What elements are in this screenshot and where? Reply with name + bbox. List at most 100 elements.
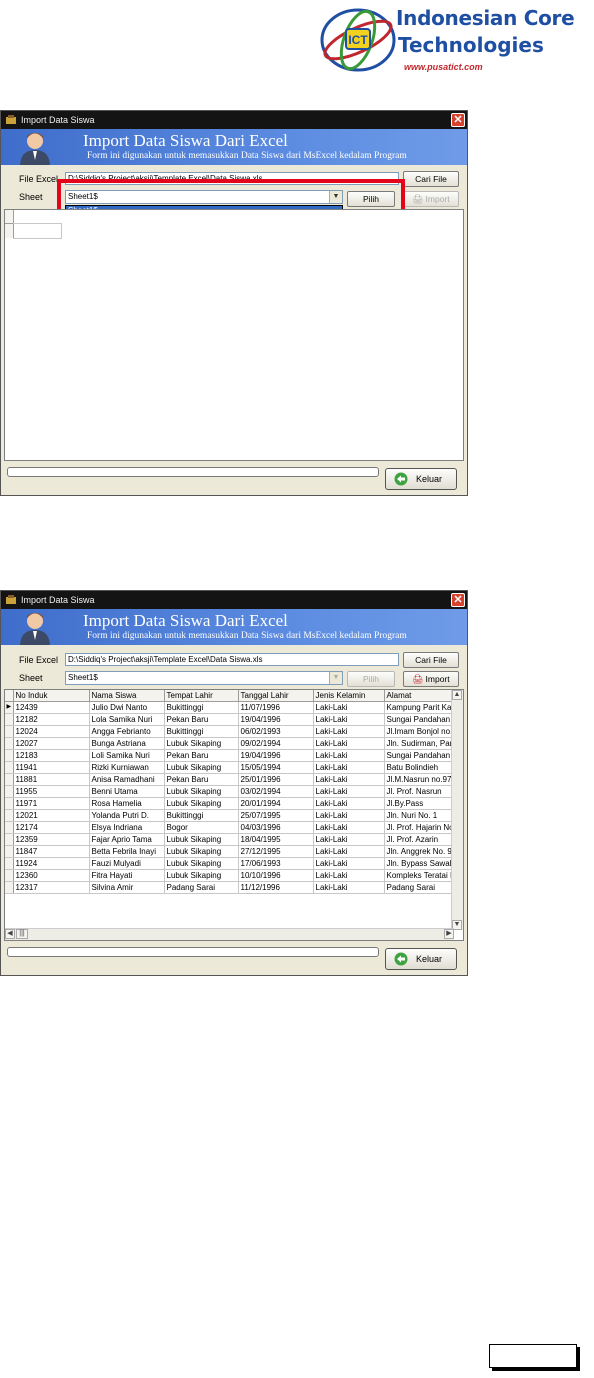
exit-button[interactable]: Keluar [385, 468, 457, 490]
table-cell[interactable]: Pekan Baru [164, 749, 239, 762]
table-cell[interactable]: 12021 [13, 809, 90, 822]
row-header[interactable] [5, 785, 14, 798]
column-header[interactable]: No Induk [13, 690, 90, 702]
vertical-scrollbar[interactable]: ▲ ▼ [451, 690, 463, 930]
table-cell[interactable]: Silvina Amir [89, 881, 165, 894]
column-header[interactable]: Alamat [384, 690, 455, 702]
row-header[interactable] [5, 809, 14, 822]
table-cell[interactable]: Laki-Laki [313, 821, 385, 834]
table-cell[interactable]: Laki-Laki [313, 857, 385, 870]
table-cell[interactable]: 19/04/1996 [238, 713, 314, 726]
table-row[interactable]: 12021 Yolanda Putri D. Bukittinggi 25/07/19… [5, 809, 455, 822]
table-cell[interactable]: Padang Sarai [164, 881, 239, 894]
table-cell[interactable]: 25/01/1996 [238, 773, 314, 786]
row-header[interactable] [5, 821, 14, 834]
file-path-field[interactable]: D:\Siddiq's Project\aksji\Template Excel… [65, 653, 399, 666]
row-header[interactable] [5, 857, 14, 870]
table-cell[interactable]: 03/02/1994 [238, 785, 314, 798]
table-cell[interactable]: 15/05/1994 [238, 761, 314, 774]
table-cell[interactable]: 10/10/1996 [238, 869, 314, 882]
scroll-up-icon[interactable]: ▲ [452, 690, 462, 700]
table-cell[interactable]: Bukittinggi [164, 725, 239, 738]
table-cell[interactable]: 11/12/1996 [238, 881, 314, 894]
table-cell[interactable]: Lola Samika Nuri [89, 713, 165, 726]
table-cell[interactable]: 12174 [13, 821, 90, 834]
table-row[interactable]: 12317 Silvina Amir Padang Sarai 11/12/1996 L… [5, 881, 455, 894]
row-header[interactable] [5, 749, 14, 762]
table-row[interactable]: 12024 Angga Febrianto Bukittinggi 06/02/199… [5, 725, 455, 738]
table-cell[interactable]: Lubuk Sikaping [164, 845, 239, 858]
title-bar[interactable]: Import Data Siswa ✕ [1, 591, 467, 609]
table-cell[interactable]: Anisa Ramadhani [89, 773, 165, 786]
table-cell[interactable]: 25/07/1995 [238, 809, 314, 822]
table-cell[interactable]: Lubuk Sikaping [164, 797, 239, 810]
table-cell[interactable]: 27/12/1995 [238, 845, 314, 858]
table-cell[interactable]: Fauzi Mulyadi [89, 857, 165, 870]
table-cell[interactable]: Sungai Pandahan [384, 749, 455, 762]
table-cell[interactable]: Elsya Indriana [89, 821, 165, 834]
table-cell[interactable]: Jln. Anggrek No. 9 [384, 845, 455, 858]
table-cell[interactable]: Batu Bolindieh [384, 761, 455, 774]
table-cell[interactable]: 11971 [13, 797, 90, 810]
table-cell[interactable]: Benni Utama [89, 785, 165, 798]
column-header[interactable]: Tanggal Lahir [238, 690, 314, 702]
table-cell[interactable]: 09/02/1994 [238, 737, 314, 750]
table-cell[interactable]: Rizki Kurniawan [89, 761, 165, 774]
table-cell[interactable]: Jl.M.Nasrun no.97 [384, 773, 455, 786]
table-cell[interactable]: Laki-Laki [313, 749, 385, 762]
import-button[interactable]: 🖨 Import [403, 671, 459, 687]
table-row[interactable]: 12360 Fitra Hayati Lubuk Sikaping 10/10/199… [5, 869, 455, 882]
table-cell[interactable]: Kompleks Teratai In [384, 869, 455, 882]
current-row-indicator-icon[interactable]: ▶ [5, 701, 14, 714]
row-header[interactable] [5, 713, 14, 726]
table-cell[interactable]: Laki-Laki [313, 773, 385, 786]
table-cell[interactable]: Julio Dwi Nanto [89, 701, 165, 714]
table-cell[interactable]: 11955 [13, 785, 90, 798]
table-cell[interactable]: Kampung Parit Kalu [384, 701, 455, 714]
table-cell[interactable]: Bukittinggi [164, 701, 239, 714]
table-cell[interactable]: Fajar Aprio Tama [89, 833, 165, 846]
table-cell[interactable]: 06/02/1993 [238, 725, 314, 738]
table-cell[interactable]: Bukittinggi [164, 809, 239, 822]
table-cell[interactable]: Lubuk Sikaping [164, 737, 239, 750]
exit-button[interactable]: Keluar [385, 948, 457, 970]
table-cell[interactable]: Laki-Laki [313, 725, 385, 738]
table-row[interactable]: 11941 Rizki Kurniawan Lubuk Sikaping 15/05/… [5, 761, 455, 774]
table-cell[interactable]: 12439 [13, 701, 90, 714]
column-header[interactable]: Nama Siswa [89, 690, 165, 702]
browse-file-button[interactable]: Cari File [403, 171, 459, 187]
table-cell[interactable]: 17/06/1993 [238, 857, 314, 870]
table-row[interactable]: ▶ 12439 Julio Dwi Nanto Bukittinggi 11/07/19… [5, 701, 455, 714]
table-cell[interactable]: Jl. Prof. Hajarin No. [384, 821, 455, 834]
table-cell[interactable]: Laki-Laki [313, 845, 385, 858]
table-row[interactable]: 11971 Rosa Hamelia Lubuk Sikaping 20/01/199… [5, 797, 455, 810]
column-header[interactable]: Tempat Lahir [164, 690, 239, 702]
table-cell[interactable]: 12027 [13, 737, 90, 750]
table-cell[interactable]: 20/01/1994 [238, 797, 314, 810]
table-cell[interactable]: 04/03/1996 [238, 821, 314, 834]
table-cell[interactable]: Fitra Hayati [89, 869, 165, 882]
table-cell[interactable]: 11881 [13, 773, 90, 786]
table-cell[interactable]: Jln. Bypass Sawah [384, 857, 455, 870]
row-header[interactable] [5, 869, 14, 882]
table-cell[interactable]: Lubuk Sikaping [164, 869, 239, 882]
table-row[interactable]: 12182 Lola Samika Nuri Pekan Baru 19/04/199… [5, 713, 455, 726]
table-cell[interactable]: Jln. Nuri No. 1 [384, 809, 455, 822]
table-row[interactable]: 11881 Anisa Ramadhani Pekan Baru 25/01/1996… [5, 773, 455, 786]
table-cell[interactable]: Rosa Hamelia [89, 797, 165, 810]
table-cell[interactable]: Bogor [164, 821, 239, 834]
table-cell[interactable]: 12024 [13, 725, 90, 738]
table-row[interactable]: 12183 Loli Samika Nuri Pekan Baru 19/04/199… [5, 749, 455, 762]
table-cell[interactable]: Laki-Laki [313, 797, 385, 810]
title-bar[interactable]: Import Data Siswa ✕ [1, 111, 467, 129]
table-cell[interactable]: Jl.Imam Bonjol no.5 [384, 725, 455, 738]
table-row[interactable]: 11924 Fauzi Mulyadi Lubuk Sikaping 17/06/19… [5, 857, 455, 870]
table-cell[interactable]: 12183 [13, 749, 90, 762]
row-header[interactable] [5, 881, 14, 894]
table-cell[interactable]: Lubuk Sikaping [164, 785, 239, 798]
table-cell[interactable]: 11847 [13, 845, 90, 858]
horizontal-scrollbar[interactable]: ◀ ||| ▶ [5, 928, 454, 940]
close-button[interactable]: ✕ [451, 593, 465, 607]
table-cell[interactable]: Loli Samika Nuri [89, 749, 165, 762]
scroll-right-icon[interactable]: ▶ [444, 929, 454, 939]
